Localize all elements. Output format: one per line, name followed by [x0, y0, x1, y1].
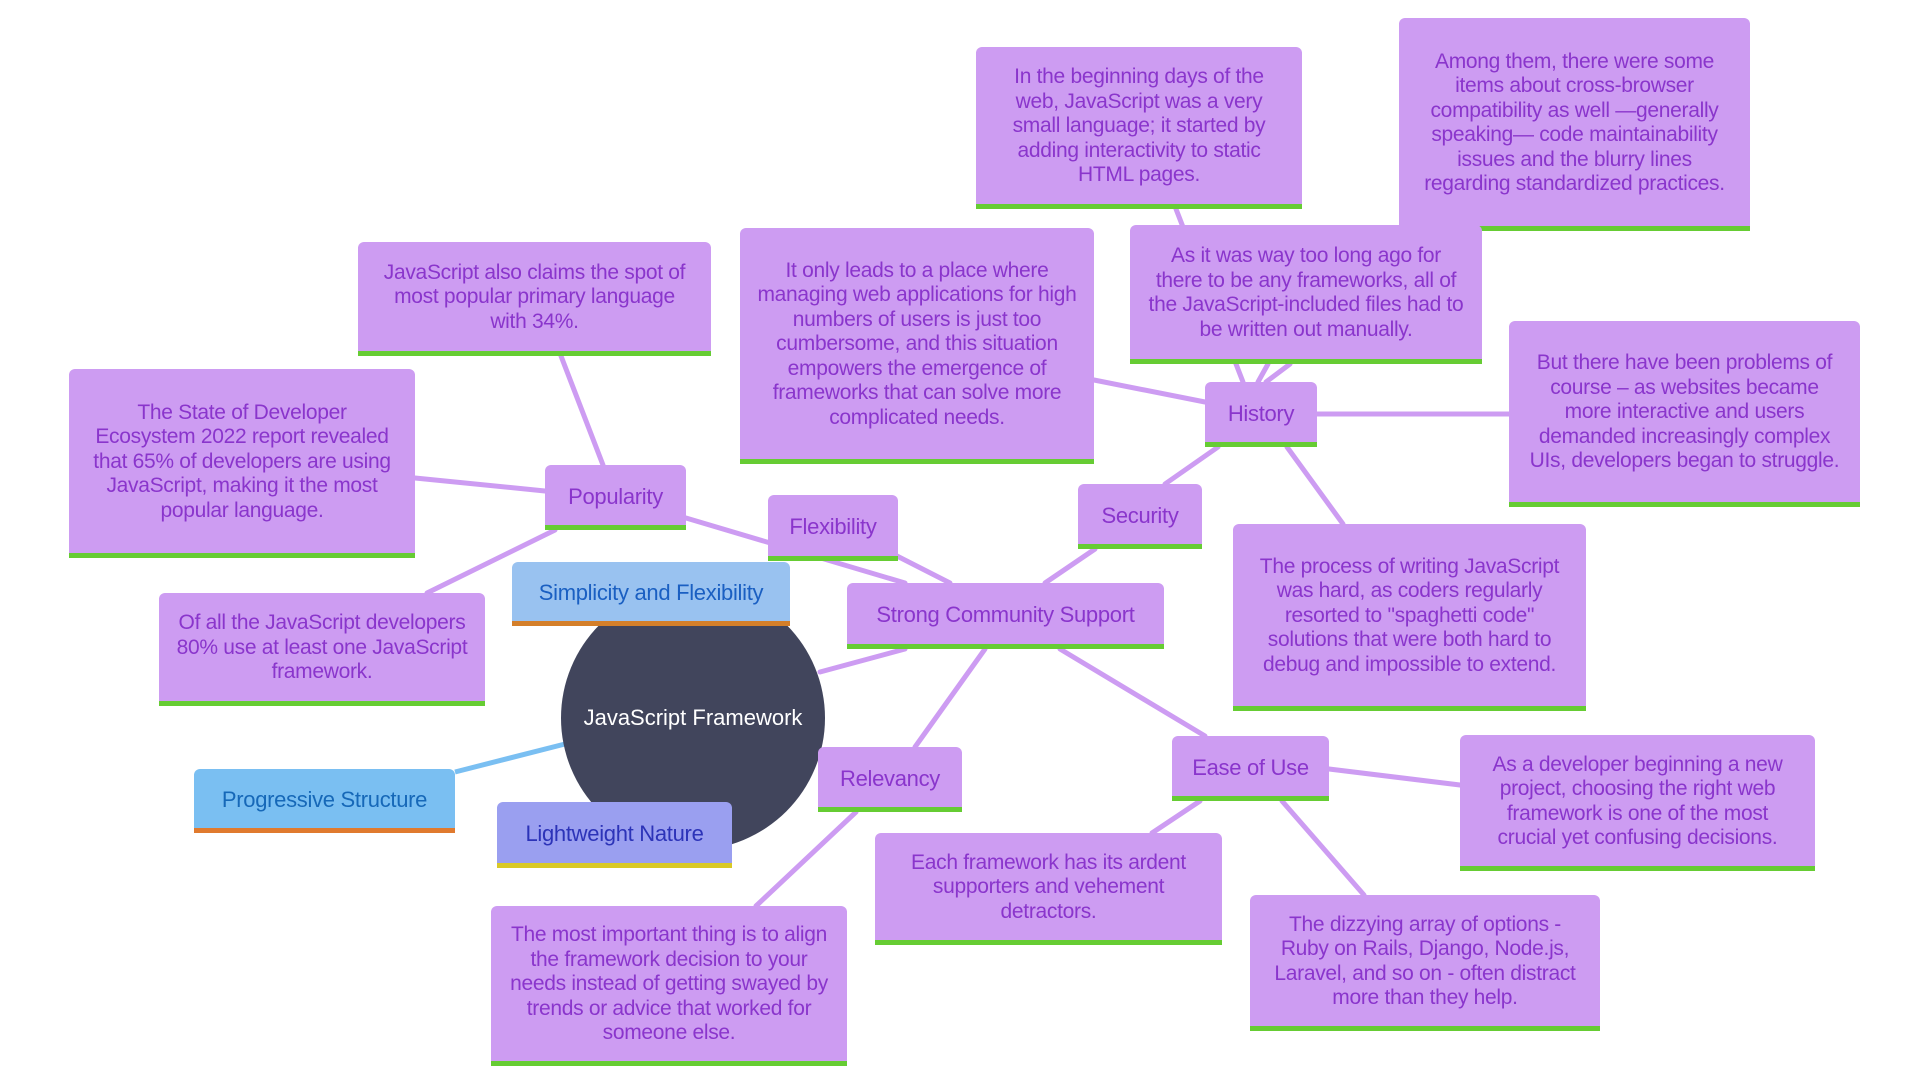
- node-label: Progressive Structure: [221, 787, 428, 813]
- leaf-emergence-of-frameworks[interactable]: It only leads to a place where managing …: [740, 228, 1094, 464]
- leaf-developers-began-to-struggle[interactable]: But there have been problems of course –…: [1509, 321, 1860, 507]
- node-label: Ease of Use: [1192, 754, 1309, 780]
- node-label: Relevancy: [839, 765, 941, 791]
- leaf-cross-browser-compatibility[interactable]: Among them, there were some items about …: [1399, 18, 1750, 231]
- leaf-text: But there have been problems of course –…: [1529, 351, 1840, 473]
- node-label: Security: [1101, 502, 1179, 528]
- edge-history-leads: [1091, 377, 1208, 405]
- node-security[interactable]: Security: [1078, 484, 1202, 549]
- leaf-text: As a developer beginning a new project, …: [1492, 752, 1783, 850]
- node-flexibility[interactable]: Flexibility: [768, 495, 898, 561]
- node-label: Flexibility: [789, 514, 877, 540]
- leaf-dizzying-array-of-options[interactable]: The dizzying array of options - Ruby on …: [1250, 895, 1600, 1031]
- leaf-text: In the beginning days of the web, JavaSc…: [1012, 65, 1266, 187]
- leaf-choosing-right-framework[interactable]: As a developer beginning a new project, …: [1460, 735, 1815, 871]
- node-lightweight-nature[interactable]: Lightweight Nature: [497, 802, 732, 868]
- node-progressive-structure[interactable]: Progressive Structure: [194, 769, 455, 833]
- node-label: Popularity: [568, 483, 663, 509]
- leaf-text: Each framework has its ardent supporters…: [911, 850, 1186, 923]
- node-label: History: [1227, 400, 1295, 426]
- edge-popularity-state: [412, 475, 548, 494]
- leaf-text: It only leads to a place where managing …: [757, 258, 1077, 429]
- edge-relevancy-important: [753, 809, 859, 909]
- edge-ease-each: [1149, 798, 1203, 836]
- edge-community-flexibility: [892, 552, 953, 586]
- node-popularity[interactable]: Popularity: [545, 465, 686, 530]
- node-simplicity-and-flexibility[interactable]: Simplicity and Flexibility: [512, 562, 790, 626]
- leaf-80-percent-use-framework[interactable]: Of all the JavaScript developers 80% use…: [159, 593, 485, 706]
- leaf-ardent-supporters[interactable]: Each framework has its ardent supporters…: [875, 833, 1222, 945]
- edge-root-community: [817, 646, 908, 675]
- node-strong-community-support[interactable]: Strong Community Support: [847, 583, 1164, 649]
- leaf-text: The most important thing is to align the…: [510, 923, 828, 1045]
- node-label: Simplicity and Flexibility: [538, 580, 764, 606]
- edge-security-history: [1162, 444, 1221, 487]
- edge-history-among: [1263, 361, 1293, 385]
- node-label: Strong Community Support: [876, 602, 1135, 628]
- edge-ease-dizzying: [1279, 798, 1367, 898]
- leaf-text: The dizzying array of options - Ruby on …: [1274, 912, 1576, 1010]
- edge-community-ease: [1057, 646, 1208, 739]
- leaf-spaghetti-code[interactable]: The process of writing JavaScript was ha…: [1233, 524, 1586, 711]
- node-history[interactable]: History: [1205, 382, 1317, 447]
- leaf-text: The State of Developer Ecosystem 2022 re…: [93, 400, 391, 522]
- leaf-text: JavaScript also claims the spot of most …: [383, 260, 686, 333]
- leaf-text: Of all the JavaScript developers 80% use…: [176, 611, 468, 684]
- edge-community-relevancy: [912, 646, 988, 750]
- edge-root-progressive: [454, 741, 566, 775]
- leaf-text: As it was way too long ago for there to …: [1148, 244, 1464, 341]
- leaf-align-framework-decision[interactable]: The most important thing is to align the…: [491, 906, 847, 1066]
- leaf-text: The process of writing JavaScript was ha…: [1259, 554, 1560, 676]
- edge-popularity-primary: [558, 353, 606, 468]
- edge-community-security: [1042, 546, 1098, 586]
- node-relevancy[interactable]: Relevancy: [818, 747, 962, 812]
- leaf-beginning-days-of-web[interactable]: In the beginning days of the web, JavaSc…: [976, 47, 1302, 209]
- leaf-state-of-developer-ecosystem[interactable]: The State of Developer Ecosystem 2022 re…: [69, 369, 415, 558]
- node-ease-of-use[interactable]: Ease of Use: [1172, 736, 1329, 801]
- leaf-written-out-manually[interactable]: As it was way too long ago for there to …: [1130, 225, 1482, 364]
- leaf-text: Among them, there were some items about …: [1424, 49, 1725, 196]
- edge-history-process: [1284, 444, 1346, 527]
- root-label: JavaScript Framework: [583, 705, 803, 730]
- node-label: Lightweight Nature: [525, 821, 704, 847]
- edge-ease-developer: [1326, 766, 1463, 788]
- leaf-popular-primary-language[interactable]: JavaScript also claims the spot of most …: [358, 242, 711, 356]
